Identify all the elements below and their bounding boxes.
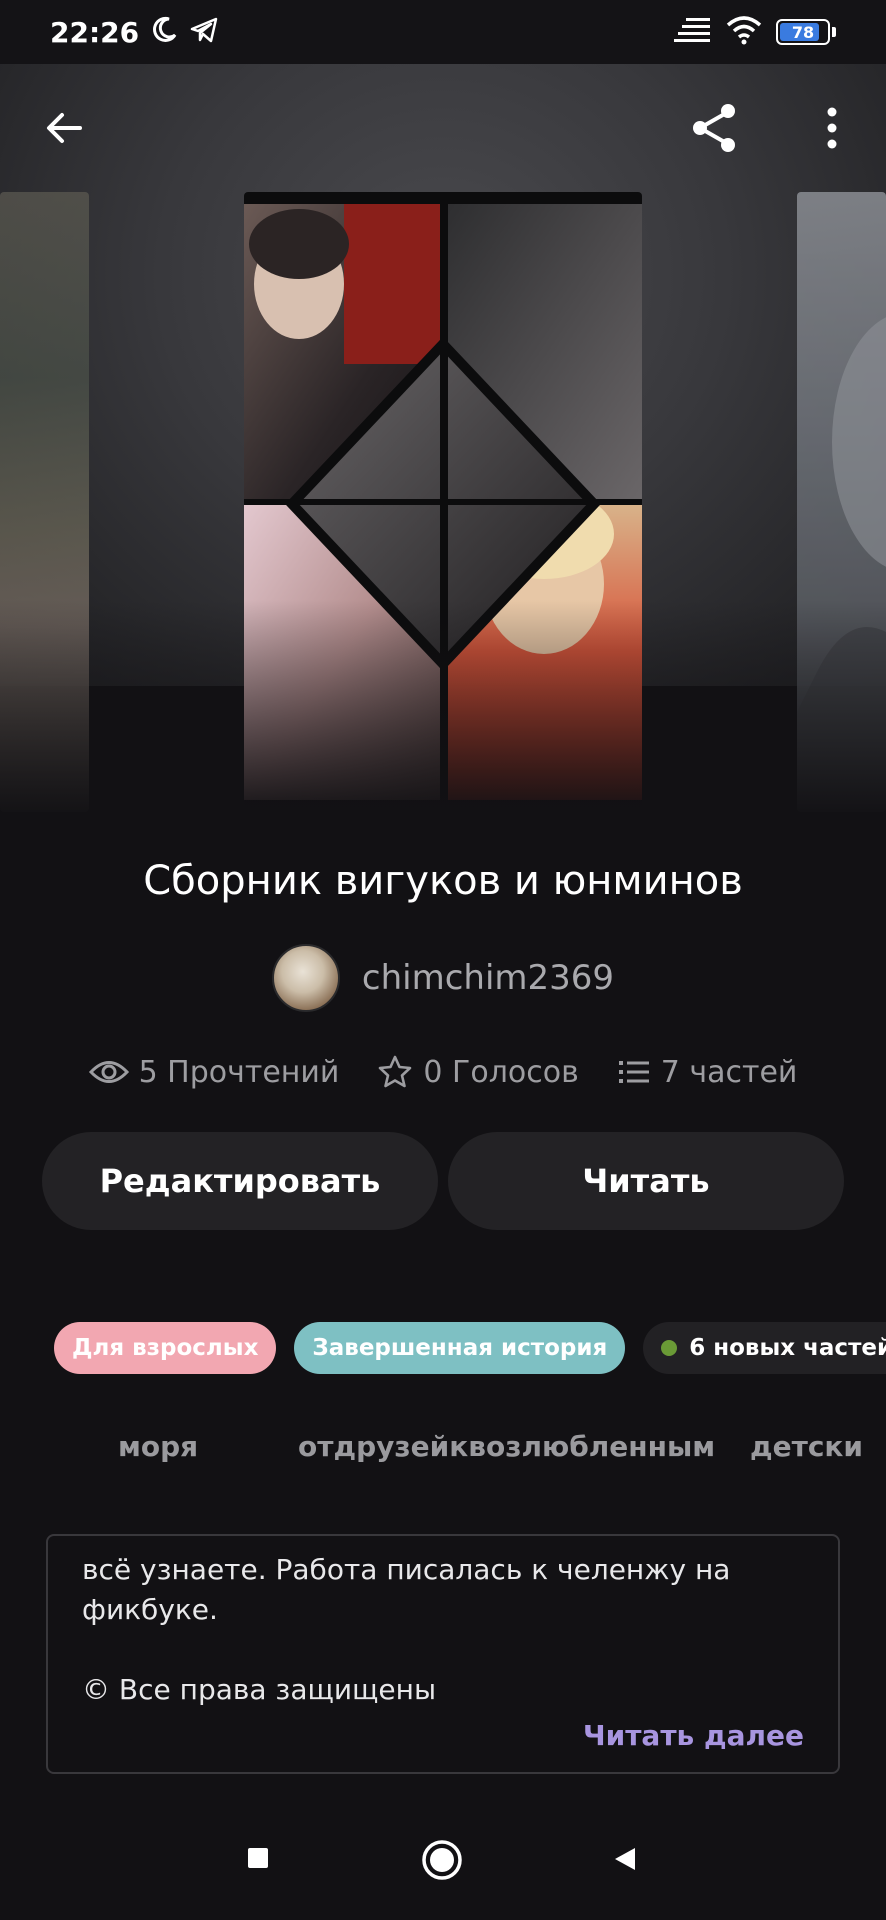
parts-count: 7 частей	[660, 1054, 798, 1090]
status-bar: 22:26 78	[0, 0, 886, 64]
share-icon	[693, 104, 735, 152]
new-indicator-dot	[661, 1340, 678, 1356]
signal-icon	[672, 15, 712, 49]
story-details-screen: 22:26 78 Сборник вигуков и юнминов chimc…	[0, 0, 886, 1920]
home-button[interactable]	[420, 1838, 464, 1882]
new-parts-label: 6 новых частей	[689, 1335, 886, 1361]
edit-button[interactable]: Редактировать	[42, 1132, 438, 1230]
votes-stat: 0 Голосов	[377, 1054, 579, 1090]
more-vertical-icon	[827, 107, 837, 149]
battery-level: 78	[791, 22, 815, 42]
telegram-icon	[189, 15, 219, 49]
avatar[interactable]	[271, 944, 340, 1012]
circle-icon	[422, 1840, 462, 1880]
adult-badge: Для взрослых	[54, 1322, 277, 1374]
share-button[interactable]	[684, 98, 744, 158]
status-time: 22:26	[50, 15, 140, 49]
reads-count: 5 Прочтений	[138, 1054, 340, 1090]
battery-icon: 78	[776, 19, 830, 45]
description-line	[82, 1630, 804, 1670]
wifi-icon	[726, 15, 762, 49]
new-parts-badge: 6 новых частей	[643, 1322, 886, 1374]
moon-icon	[149, 15, 179, 49]
hero-fade	[0, 600, 886, 820]
description-box: всё узнаете. Работа писалась к челенжу н…	[46, 1534, 840, 1774]
reads-stat: 5 Прочтений	[88, 1054, 340, 1090]
tag-strip: моря отдрузейквозлюбленным детски	[0, 1424, 886, 1474]
tag-item[interactable]: моря	[118, 1430, 198, 1463]
tag-item[interactable]: отдрузейквозлюбленным	[298, 1430, 715, 1463]
triangle-back-icon	[615, 1848, 635, 1870]
arrow-left-icon	[47, 113, 82, 143]
back-nav-button[interactable]	[612, 1846, 638, 1872]
back-button[interactable]	[36, 100, 92, 156]
read-button[interactable]: Читать	[448, 1132, 844, 1230]
story-badges: Для взрослых Завершенная история 6 новых…	[54, 1322, 886, 1374]
list-icon	[618, 1061, 649, 1083]
recents-button[interactable]	[246, 1846, 270, 1870]
parts-stat: 7 частей	[617, 1054, 798, 1090]
completed-badge: Завершенная история	[294, 1322, 626, 1374]
eye-icon	[88, 1061, 129, 1083]
story-stats: 5 Прочтений 0 Голосов 7 частей	[0, 1054, 886, 1090]
author-name[interactable]: chimchim2369	[362, 958, 614, 998]
tag-item[interactable]: детски	[750, 1430, 863, 1463]
description-line: фикбуке.	[82, 1593, 218, 1626]
action-row: Редактировать Читать	[42, 1132, 844, 1230]
read-more-link[interactable]: Читать далее	[583, 1716, 804, 1756]
star-icon	[379, 1055, 412, 1088]
more-options-button[interactable]	[812, 100, 852, 156]
votes-count: 0 Голосов	[423, 1054, 579, 1090]
square-icon	[248, 1848, 268, 1868]
author-row[interactable]: chimchim2369	[0, 944, 886, 1012]
description-line: © Все права защищены	[82, 1673, 437, 1706]
system-nav-bar	[0, 1800, 886, 1920]
description-line: всё узнаете. Работа писалась к челенжу н…	[82, 1553, 731, 1586]
story-title: Сборник вигуков и юнминов	[143, 858, 743, 904]
